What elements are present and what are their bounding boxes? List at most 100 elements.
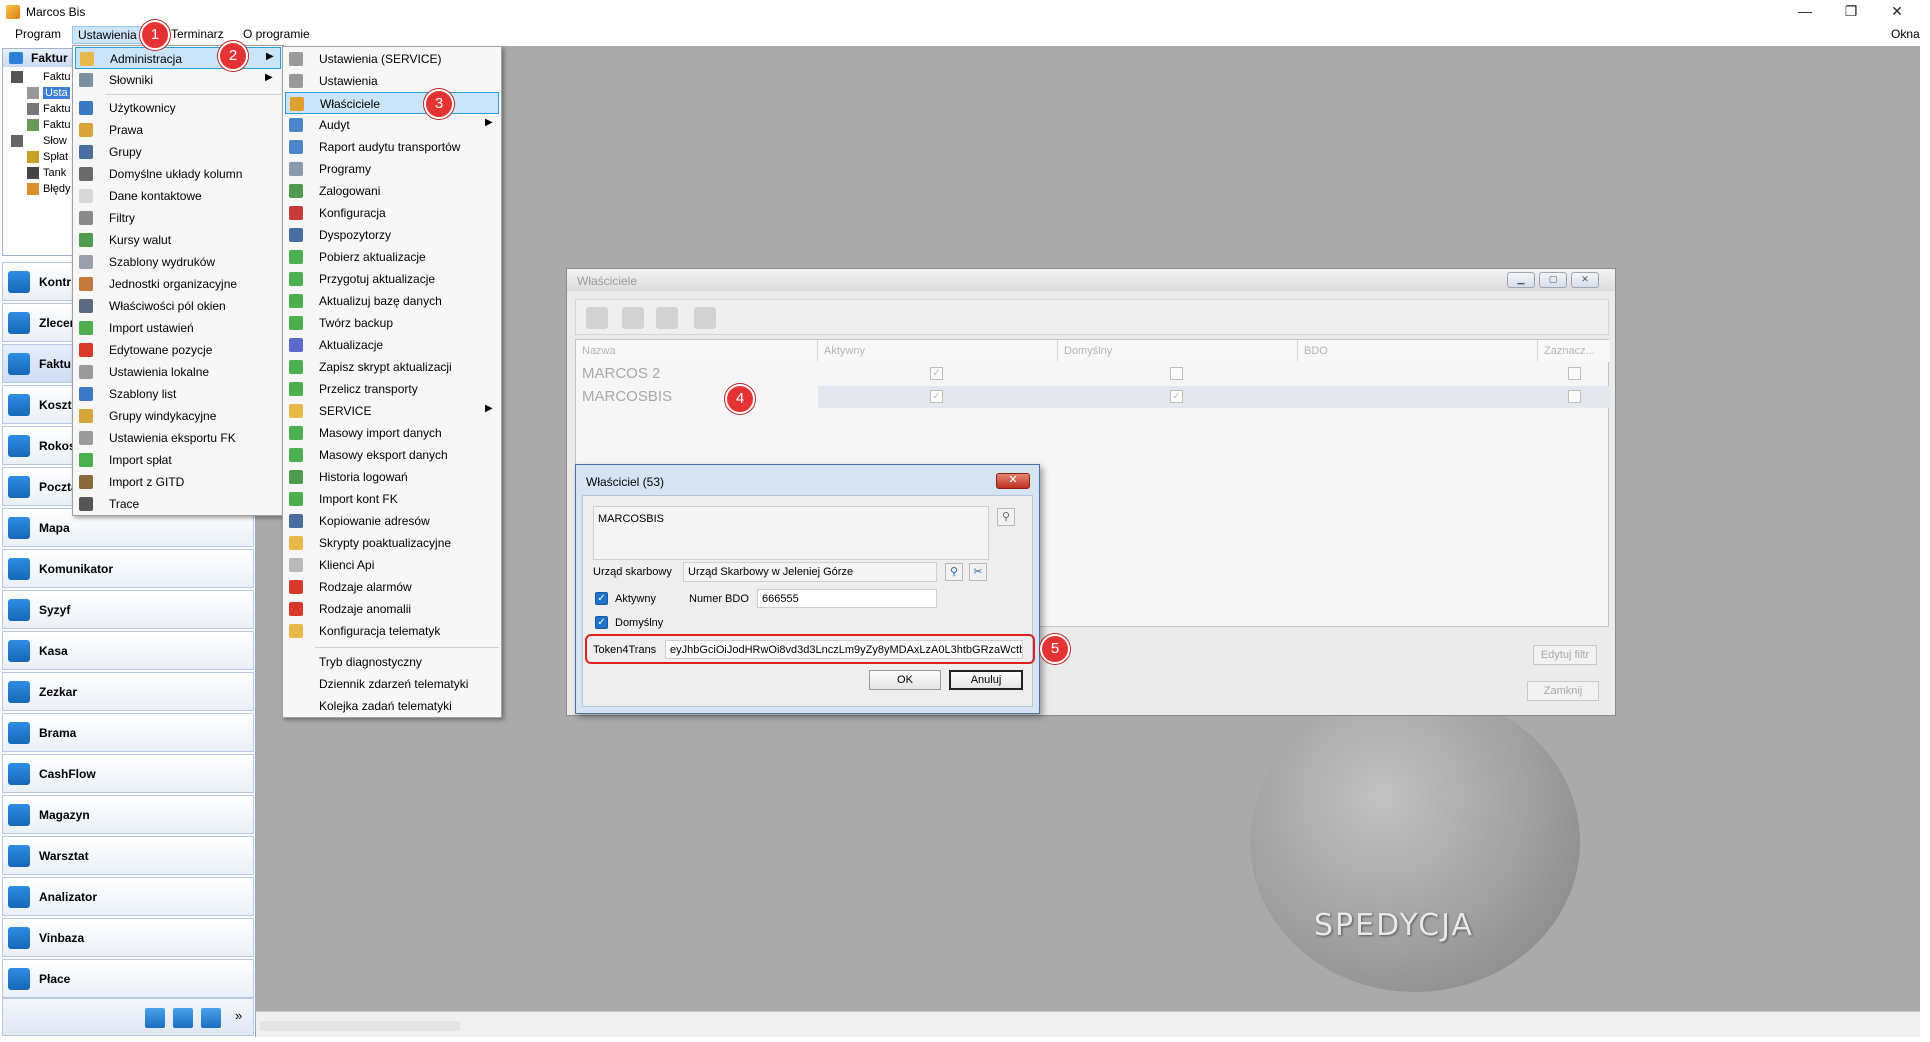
close-button[interactable]: ✕	[1571, 272, 1599, 288]
menu-item-historia-logowan[interactable]: Historia logowań	[285, 466, 499, 488]
bdo-field[interactable]: 666555	[757, 589, 937, 608]
delete-icon[interactable]	[656, 307, 678, 329]
menu-item-szablony-list[interactable]: Szablony list	[75, 383, 281, 405]
menu-item-wlasciciele[interactable]: Właściciele	[285, 92, 499, 114]
nav-item-komunikator[interactable]: Komunikator	[2, 549, 254, 588]
menu-item-zapisz-skrypt[interactable]: Zapisz skrypt aktualizacji	[285, 356, 499, 378]
menu-item-import-ustawien[interactable]: Import ustawień	[75, 317, 281, 339]
default-checkbox[interactable]	[1170, 367, 1183, 380]
active-checkbox[interactable]: ✓	[930, 367, 943, 380]
menu-item-grupy[interactable]: Grupy	[75, 141, 281, 163]
menu-item-ustawienia-eksportu-fk[interactable]: Ustawienia eksportu FK	[75, 427, 281, 449]
document-icon[interactable]	[145, 1008, 165, 1028]
menu-item-import-splat[interactable]: Import spłat	[75, 449, 281, 471]
menu-item-administracja[interactable]: Administracja ▶	[75, 47, 281, 69]
menu-terminarz[interactable]: Terminarz	[166, 26, 229, 44]
nav-item-cashflow[interactable]: CashFlow	[2, 754, 254, 793]
menu-item-masowy-import[interactable]: Masowy import danych	[285, 422, 499, 444]
tree-item[interactable]: Spłat	[11, 151, 68, 167]
menu-item-przygotuj-aktualizacje[interactable]: Przygotuj aktualizacje	[285, 268, 499, 290]
column-header[interactable]: Aktywny	[818, 340, 1058, 362]
tree-item[interactable]: Błędy	[11, 183, 71, 199]
menu-item-konfiguracja-telematyk[interactable]: Konfiguracja telematyk	[285, 620, 499, 642]
tree-item[interactable]: Faktu	[11, 103, 71, 119]
tree-item[interactable]: Faktu	[11, 119, 71, 135]
table-row[interactable]: MARCOS 2 ✓	[576, 363, 1610, 385]
tree-item[interactable]: Słow	[11, 135, 67, 151]
menu-item-ustawienia-lokalne[interactable]: Ustawienia lokalne	[75, 361, 281, 383]
nav-item-magazyn[interactable]: Magazyn	[2, 795, 254, 834]
nav-item-vinbaza[interactable]: Vinbaza	[2, 918, 254, 957]
owner-name-field[interactable]: MARCOSBIS	[593, 506, 989, 560]
menu-okna[interactable]: Okna	[1886, 26, 1925, 44]
menu-item-import-gitd[interactable]: Import z GITD	[75, 471, 281, 493]
menu-item-service[interactable]: SERVICE ▶	[285, 400, 499, 422]
menu-item-przelicz-transporty[interactable]: Przelicz transporty	[285, 378, 499, 400]
maximize-button[interactable]: ▢	[1539, 272, 1567, 288]
tree-item[interactable]: Usta	[11, 87, 70, 103]
menu-item-konfiguracja[interactable]: Konfiguracja	[285, 202, 499, 224]
nav-item-syzyf[interactable]: Syzyf	[2, 590, 254, 629]
menu-item-slowniki[interactable]: Słowniki ▶	[75, 69, 281, 91]
edit-filter-button[interactable]: Edytuj filtr	[1533, 645, 1597, 665]
column-header[interactable]: BDO	[1298, 340, 1538, 362]
active-checkbox[interactable]: ✓	[930, 390, 943, 403]
nav-item-zezkar[interactable]: Zezkar	[2, 672, 254, 711]
tree-item[interactable]: Faktu	[11, 71, 71, 87]
menu-item-wlasciwosci-pol[interactable]: Właściwości pól okien	[75, 295, 281, 317]
menu-item-jednostki[interactable]: Jednostki organizacyjne	[75, 273, 281, 295]
nav-item-analizator[interactable]: Analizator	[2, 877, 254, 916]
menu-item-pobierz-aktualizacje[interactable]: Pobierz aktualizacje	[285, 246, 499, 268]
column-header[interactable]: Domyślny	[1058, 340, 1298, 362]
menu-item-ustawienia[interactable]: Ustawienia	[285, 70, 499, 92]
menu-item-aktualizuj-baze[interactable]: Aktualizuj bazę danych	[285, 290, 499, 312]
export-icon[interactable]	[694, 307, 716, 329]
more-icon[interactable]: »	[235, 1008, 242, 1023]
column-header[interactable]: Nazwa	[576, 340, 818, 362]
dialog-close-button[interactable]: ✕	[996, 473, 1030, 489]
add-icon[interactable]	[586, 307, 608, 329]
menu-item-programy[interactable]: Programy	[285, 158, 499, 180]
menu-ustawienia[interactable]: Ustawienia	[72, 26, 143, 44]
menu-item-skrypty-poaktualizacyjne[interactable]: Skrypty poaktualizacyjne	[285, 532, 499, 554]
menu-item-rodzaje-anomalii[interactable]: Rodzaje anomalii	[285, 598, 499, 620]
menu-item-filtry[interactable]: Filtry	[75, 207, 281, 229]
menu-item-trace[interactable]: Trace	[75, 493, 281, 515]
minimize-button[interactable]: ▁	[1507, 272, 1535, 288]
mail-icon[interactable]	[173, 1008, 193, 1028]
search-icon[interactable]: ⚲	[997, 508, 1015, 526]
restore-button[interactable]: ❐	[1828, 0, 1874, 24]
menu-item-audyt[interactable]: Audyt ▶	[285, 114, 499, 136]
select-checkbox[interactable]	[1568, 367, 1581, 380]
search-icon[interactable]: ⚲	[945, 563, 963, 581]
menu-item-grupy-windykacyjne[interactable]: Grupy windykacyjne	[75, 405, 281, 427]
menu-item-aktualizacje[interactable]: Aktualizacje	[285, 334, 499, 356]
close-button[interactable]: ✕	[1874, 0, 1920, 24]
menu-item-kopiowanie-adresow[interactable]: Kopiowanie adresów	[285, 510, 499, 532]
cancel-button[interactable]: Anuluj	[949, 670, 1023, 690]
default-checkbox[interactable]: ✓	[1170, 390, 1183, 403]
minimize-button[interactable]: —	[1782, 0, 1828, 24]
menu-item-szablony-wydrukow[interactable]: Szablony wydruków	[75, 251, 281, 273]
active-checkbox[interactable]: ✓	[595, 592, 608, 605]
nav-item-brama[interactable]: Brama	[2, 713, 254, 752]
ok-button[interactable]: OK	[869, 670, 941, 690]
menu-item-prawa[interactable]: Prawa	[75, 119, 281, 141]
menu-item-tryb-diagnostyczny[interactable]: Tryb diagnostyczny	[285, 651, 499, 673]
close-window-button[interactable]: Zamknij	[1527, 681, 1599, 701]
nav-item-warsztat[interactable]: Warsztat	[2, 836, 254, 875]
menu-item-klienci-api[interactable]: Klienci Api	[285, 554, 499, 576]
nav-item-kasa[interactable]: Kasa	[2, 631, 254, 670]
menu-item-uzytkownicy[interactable]: Użytkownicy	[75, 97, 281, 119]
tree-item[interactable]: Tank	[11, 167, 66, 183]
menu-item-dane-kontaktowe[interactable]: Dane kontaktowe	[75, 185, 281, 207]
edit-icon[interactable]	[622, 307, 644, 329]
nav-item-place[interactable]: Płace	[2, 959, 254, 998]
menu-item-raport-audytu[interactable]: Raport audytu transportów	[285, 136, 499, 158]
menu-item-ustawienia-service[interactable]: Ustawienia (SERVICE)	[285, 48, 499, 70]
clear-icon[interactable]: ✂	[969, 563, 987, 581]
menu-item-domyslne-uklady[interactable]: Domyślne układy kolumn	[75, 163, 281, 185]
menu-item-zalogowani[interactable]: Zalogowani	[285, 180, 499, 202]
menu-item-edytowane-pozycje[interactable]: Edytowane pozycje	[75, 339, 281, 361]
default-checkbox[interactable]: ✓	[595, 616, 608, 629]
